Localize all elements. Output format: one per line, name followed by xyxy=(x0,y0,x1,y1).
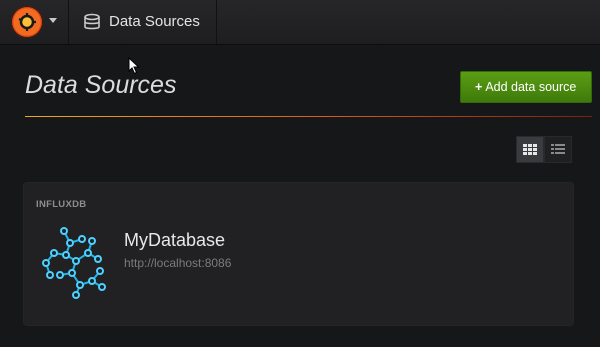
top-navbar: Data Sources xyxy=(0,0,600,45)
database-icon xyxy=(84,13,100,30)
datasource-card[interactable]: INFLUXDB MyDatabase http://localhost:808… xyxy=(24,183,573,325)
chevron-down-icon xyxy=(49,18,57,23)
plus-icon: + xyxy=(475,80,483,94)
breadcrumb[interactable]: Data Sources xyxy=(69,0,217,44)
grid-view-button[interactable] xyxy=(516,136,544,163)
grid-view-icon xyxy=(523,144,537,155)
add-data-source-button[interactable]: + Add data source xyxy=(460,71,592,103)
page-title: Data Sources xyxy=(25,71,177,99)
grafana-logo-icon xyxy=(11,6,43,38)
datasource-name[interactable]: MyDatabase xyxy=(124,230,225,251)
view-toggle xyxy=(516,136,572,163)
title-divider xyxy=(25,116,592,117)
grafana-menu-button[interactable] xyxy=(0,0,69,44)
datasource-type: INFLUXDB xyxy=(36,199,87,210)
add-data-source-label: Add data source xyxy=(485,80,577,94)
datasource-url: http://localhost:8086 xyxy=(124,256,232,270)
influxdb-icon xyxy=(42,227,106,299)
list-view-icon xyxy=(551,144,565,154)
breadcrumb-title: Data Sources xyxy=(109,13,200,30)
list-view-button[interactable] xyxy=(544,136,572,163)
